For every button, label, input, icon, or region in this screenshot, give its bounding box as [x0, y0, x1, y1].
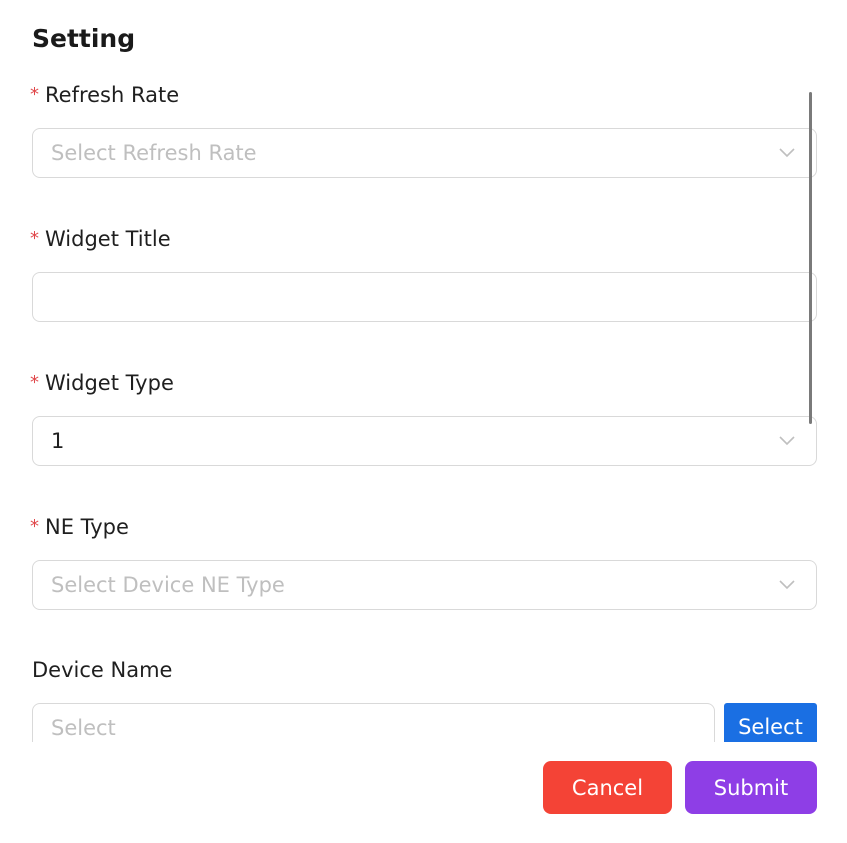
- ne-type-select[interactable]: Select Device NE Type: [32, 560, 817, 610]
- ne-type-field: * NE Type Select Device NE Type: [30, 512, 817, 610]
- form-scroll-area[interactable]: * Refresh Rate Select Refresh Rate * Wid…: [0, 70, 847, 742]
- refresh-rate-select[interactable]: Select Refresh Rate: [32, 128, 817, 178]
- required-asterisk: *: [30, 84, 39, 105]
- device-name-input[interactable]: Select: [32, 703, 715, 742]
- required-asterisk: *: [30, 516, 39, 537]
- required-asterisk: *: [30, 228, 39, 249]
- device-name-label: Device Name: [32, 658, 173, 682]
- refresh-rate-field: * Refresh Rate Select Refresh Rate: [30, 80, 817, 178]
- ne-type-label: * NE Type: [30, 512, 817, 542]
- device-select-button[interactable]: Select: [724, 703, 817, 742]
- widget-title-input[interactable]: [32, 272, 817, 322]
- refresh-rate-label-text: Refresh Rate: [45, 83, 180, 107]
- widget-type-label-text: Widget Type: [45, 371, 174, 395]
- chevron-down-icon: [779, 436, 795, 446]
- required-asterisk: *: [30, 372, 39, 393]
- chevron-down-icon: [779, 580, 795, 590]
- refresh-rate-placeholder: Select Refresh Rate: [51, 141, 257, 165]
- widget-type-select[interactable]: 1: [32, 416, 817, 466]
- settings-panel: Setting * Refresh Rate Select Refresh Ra…: [0, 0, 847, 843]
- ne-type-label-text: NE Type: [45, 515, 129, 539]
- page-title: Setting: [32, 24, 136, 53]
- submit-button[interactable]: Submit: [685, 761, 817, 814]
- cancel-button[interactable]: Cancel: [543, 761, 672, 814]
- chevron-down-icon: [779, 148, 795, 158]
- widget-type-field: * Widget Type 1: [30, 368, 817, 466]
- scrollbar-thumb[interactable]: [809, 92, 812, 424]
- device-name-placeholder: Select: [51, 716, 116, 740]
- widget-title-label-text: Widget Title: [45, 227, 171, 251]
- widget-type-label: * Widget Type: [30, 368, 817, 398]
- widget-title-label: * Widget Title: [30, 224, 817, 254]
- ne-type-placeholder: Select Device NE Type: [51, 573, 285, 597]
- device-name-field: Device Name Select Select: [32, 655, 817, 742]
- widget-type-value: 1: [51, 429, 65, 453]
- widget-title-field: * Widget Title: [30, 224, 817, 322]
- refresh-rate-label: * Refresh Rate: [30, 80, 817, 110]
